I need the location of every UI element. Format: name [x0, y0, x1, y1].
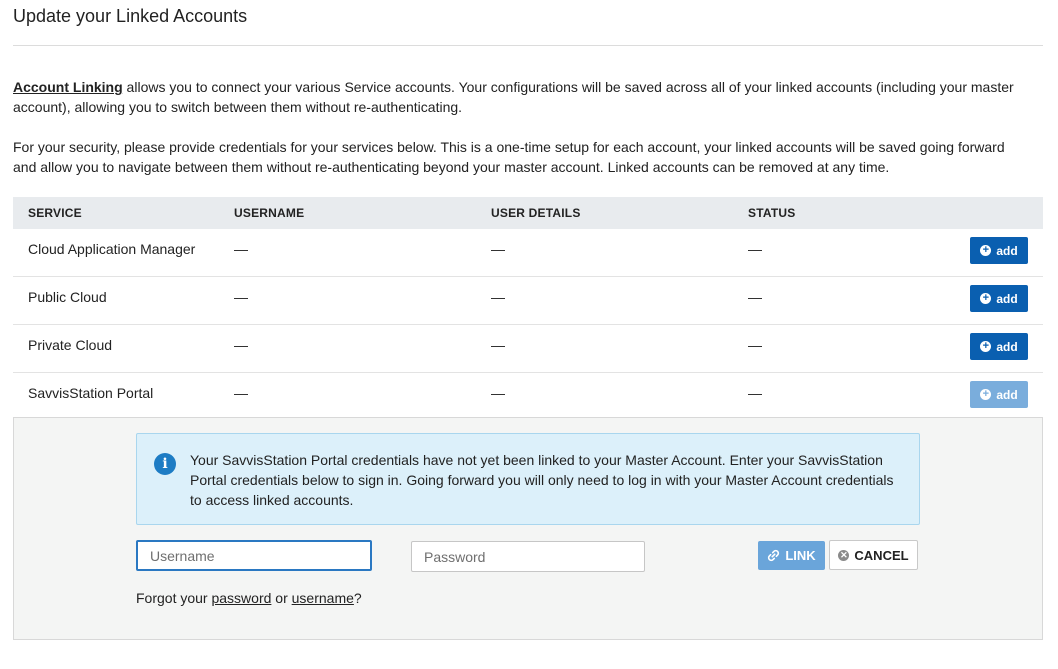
service-name: Public Cloud — [28, 289, 107, 305]
username-cell: — — [234, 337, 248, 353]
intro-paragraph: Account Linking allows you to connect yo… — [13, 77, 1028, 117]
title-divider — [13, 45, 1043, 46]
add-button-disabled[interactable]: + add — [970, 381, 1028, 408]
col-service: SERVICE — [28, 206, 82, 220]
services-table: SERVICE USERNAME USER DETAILS STATUS Clo… — [13, 197, 1043, 420]
status-cell: — — [748, 385, 762, 401]
add-button[interactable]: + add — [970, 285, 1028, 312]
forgot-credentials: Forgot your password or username? — [136, 590, 362, 606]
account-linking-term: Account Linking — [13, 79, 123, 95]
security-paragraph: For your security, please provide creden… — [13, 139, 1005, 175]
cancel-button[interactable]: ✕ CANCEL — [829, 540, 918, 570]
forgot-or: or — [271, 590, 292, 606]
username-cell: — — [234, 385, 248, 401]
add-label: add — [996, 339, 1018, 354]
add-label: add — [996, 243, 1018, 258]
intro-text: allows you to connect your various Servi… — [13, 79, 1014, 115]
forgot-password-link[interactable]: password — [211, 590, 271, 606]
info-icon: i — [154, 453, 176, 475]
close-circle-icon: ✕ — [838, 549, 850, 561]
add-button[interactable]: + add — [970, 237, 1028, 264]
plus-circle-icon: + — [980, 245, 992, 256]
password-input[interactable] — [411, 541, 645, 572]
table-row: SavvisStation Portal — — — + add — [13, 373, 1043, 420]
cancel-label: CANCEL — [854, 547, 909, 563]
details-cell: — — [491, 337, 505, 353]
table-row: Cloud Application Manager — — — + add — [13, 229, 1043, 277]
service-name: Cloud Application Manager — [28, 241, 196, 257]
username-cell: — — [234, 241, 248, 257]
service-name: Private Cloud — [28, 337, 113, 353]
link-icon — [768, 549, 780, 562]
status-cell: — — [748, 289, 762, 305]
forgot-prefix: Forgot your — [136, 590, 212, 606]
plus-circle-icon: + — [980, 293, 992, 304]
username-cell: — — [234, 289, 248, 305]
details-cell: — — [491, 385, 505, 401]
status-cell: — — [748, 241, 762, 257]
details-cell: — — [491, 241, 505, 257]
info-alert: i Your SavvisStation Portal credentials … — [136, 433, 920, 525]
page-title: Update your Linked Accounts — [13, 6, 248, 26]
table-header: SERVICE USERNAME USER DETAILS STATUS — [13, 197, 1043, 229]
col-status: STATUS — [748, 206, 796, 220]
plus-circle-icon: + — [980, 389, 992, 400]
add-label: add — [996, 291, 1018, 306]
forgot-suffix: ? — [353, 590, 362, 606]
link-label: LINK — [785, 548, 816, 563]
col-user-details: USER DETAILS — [491, 206, 581, 220]
add-button[interactable]: + add — [970, 333, 1028, 360]
forgot-username-link[interactable]: username — [292, 590, 354, 606]
username-input[interactable] — [136, 540, 372, 571]
table-row: Public Cloud — — — + add — [13, 277, 1043, 325]
table-row: Private Cloud — — — + add — [13, 325, 1043, 373]
service-name: SavvisStation Portal — [28, 385, 154, 401]
plus-circle-icon: + — [980, 341, 992, 352]
details-cell: — — [491, 289, 505, 305]
col-username: USERNAME — [234, 206, 305, 220]
info-message: Your SavvisStation Portal credentials ha… — [190, 452, 894, 508]
link-credentials-panel: i Your SavvisStation Portal credentials … — [13, 417, 1043, 640]
link-button[interactable]: LINK — [758, 541, 825, 570]
add-label: add — [996, 387, 1018, 402]
status-cell: — — [748, 337, 762, 353]
